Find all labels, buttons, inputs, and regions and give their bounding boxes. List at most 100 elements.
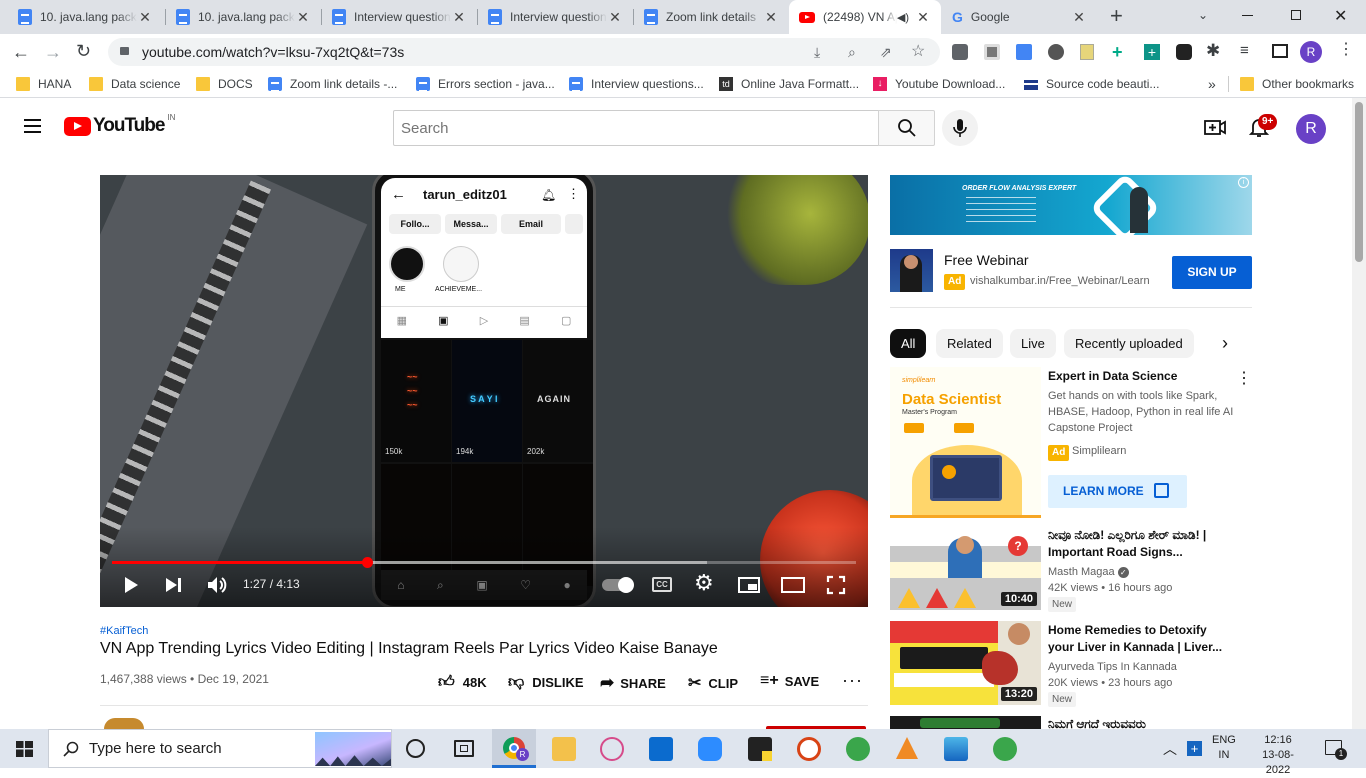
dislike-button[interactable]: 👎︎ DISLIKE <box>508 673 584 692</box>
side-panel-icon[interactable] <box>1272 44 1288 58</box>
bookmark-hana[interactable]: HANA <box>16 70 71 98</box>
clock[interactable]: 12:16 13-08-2022 <box>1250 733 1306 778</box>
bookmark-errors[interactable]: Errors section - java... <box>416 70 555 98</box>
ad-signup-button[interactable]: SIGN UP <box>1172 256 1252 289</box>
learn-more-button[interactable]: LEARN MORE <box>1048 475 1187 508</box>
chip-all[interactable]: All <box>890 329 927 358</box>
create-video-icon[interactable] <box>1204 117 1226 137</box>
extension-1-icon[interactable] <box>952 44 968 60</box>
tab-youtube-active[interactable]: (22498) VN App ◀) ✕ <box>789 0 941 34</box>
related-title-2[interactable]: Home Remedies to Detoxify your Liver in … <box>1048 622 1236 656</box>
taskbar-file-explorer[interactable] <box>552 737 576 761</box>
chips-next-chevron-icon[interactable]: › <box>1222 333 1228 353</box>
reload-icon[interactable]: ↻ <box>76 41 91 62</box>
zoom-icon[interactable]: ⌕ <box>848 38 856 66</box>
other-bookmarks[interactable]: Other bookmarks <box>1240 70 1354 98</box>
windows-start-icon[interactable] <box>16 741 33 757</box>
taskbar-vlc[interactable] <box>896 737 918 759</box>
bookmark-java-formatter[interactable]: td Online Java Formatt... <box>719 70 859 98</box>
close-icon[interactable]: ✕ <box>915 9 931 26</box>
plus-box-icon[interactable]: + <box>1144 44 1160 60</box>
search-input[interactable] <box>393 110 879 146</box>
incognito-icon[interactable] <box>1176 44 1192 60</box>
channel-avatar[interactable] <box>104 718 144 729</box>
settings-gear-icon[interactable]: ⚙ <box>694 571 714 595</box>
bookmark-docs[interactable]: DOCS <box>196 70 253 98</box>
scrollbar-thumb[interactable] <box>1355 102 1363 262</box>
install-icon[interactable]: ⤓ <box>814 38 820 66</box>
account-avatar[interactable]: R <box>1296 114 1326 144</box>
bookmark-data-science[interactable]: Data science <box>89 70 180 98</box>
miniplayer-icon[interactable] <box>738 577 760 593</box>
menu-dots-icon[interactable]: ⋮ <box>1338 42 1354 58</box>
tab-zoom[interactable]: Zoom link details ✕ <box>634 0 789 34</box>
next-icon[interactable] <box>164 576 184 594</box>
volume-icon[interactable] <box>206 575 228 595</box>
address-bar[interactable]: youtube.com/watch?v=lksu-7xq2tQ&t=73s ⤓ … <box>108 38 940 66</box>
restore-icon[interactable] <box>1291 10 1301 20</box>
tray-app-icon[interactable]: + <box>1187 741 1202 756</box>
ad-thumbnail[interactable] <box>890 249 933 292</box>
taskbar-chrome[interactable]: R <box>492 729 536 768</box>
taskbar-photos[interactable] <box>944 737 968 761</box>
close-icon[interactable]: ✕ <box>451 9 467 26</box>
ad-url[interactable]: vishalkumbar.in/Free_Webinar/Learn <box>970 275 1150 287</box>
notification-center-icon[interactable]: 1 <box>1325 740 1347 760</box>
share-icon[interactable]: ⇗ <box>880 38 892 66</box>
ad-info-icon[interactable]: i <box>1238 177 1249 188</box>
hamburger-menu-icon[interactable] <box>24 119 41 133</box>
tab-search-chevron-icon[interactable]: ⌄ <box>1198 8 1208 22</box>
promoted-title[interactable]: Expert in Data Science <box>1048 368 1177 385</box>
taskbar-search-box[interactable]: Type here to search <box>48 729 392 768</box>
video-hashtag[interactable]: #KaifTech <box>100 625 148 637</box>
cortana-icon[interactable] <box>406 739 425 758</box>
tab-interview-2[interactable]: Interview questions ✕ <box>478 0 633 34</box>
more-actions-icon[interactable]: ··· <box>842 670 863 691</box>
related-title-1[interactable]: ನೀವೂ ನೋಡಿ! ಎಲ್ಲರಿಗೂ ಶೇರ್ ಮಾಡಿ! | Importa… <box>1048 527 1236 561</box>
puzzle-icon[interactable]: ✱ <box>1206 41 1220 61</box>
related-channel-2[interactable]: Ayurveda Tips In Kannada <box>1048 661 1177 673</box>
taskbar-store[interactable] <box>649 737 673 761</box>
search-button[interactable] <box>878 110 935 146</box>
taskbar-spring-tool-2[interactable] <box>993 737 1017 761</box>
related-thumbnail-1[interactable]: ? 10:40 <box>890 526 1041 610</box>
like-button[interactable]: 👍︎ 48K <box>438 673 487 692</box>
play-icon[interactable] <box>122 575 140 595</box>
window-close-icon[interactable]: ✕ <box>1334 6 1347 26</box>
related-channel-1[interactable]: Masth Magaa ✓ <box>1048 566 1129 578</box>
tab-java-lang-1[interactable]: 10. java.lang package✕ <box>8 0 163 34</box>
video-player[interactable]: ← tarun_editz01 🔔︎ ⋮ Follo... Messa... E… <box>100 175 868 607</box>
bookmark-star-icon[interactable]: ☆ <box>911 38 925 66</box>
related-thumbnail-2[interactable]: 13:20 <box>890 621 1041 705</box>
add-extension-icon[interactable]: + <box>1112 43 1123 61</box>
captions-icon[interactable]: CC <box>652 577 672 592</box>
ad-title[interactable]: Free Webinar <box>944 252 1029 268</box>
share-button[interactable]: ➦ SHARE <box>600 673 666 693</box>
taskbar-recorder[interactable] <box>797 737 821 761</box>
bookmark-youtube-download[interactable]: ↓ Youtube Download... <box>873 70 1005 98</box>
speaker-icon[interactable]: ◀) <box>897 11 909 24</box>
extension-3-icon[interactable] <box>1048 44 1064 60</box>
taskbar-snipping-tool[interactable] <box>600 737 624 761</box>
bookmark-interview[interactable]: Interview questions... <box>569 70 704 98</box>
close-icon[interactable]: ✕ <box>1071 9 1087 26</box>
save-button[interactable]: ≡+ SAVE <box>760 672 819 690</box>
theater-mode-icon[interactable] <box>781 577 805 593</box>
bookmark-source-code[interactable]: Source code beauti... <box>1024 70 1159 98</box>
tray-chevron-icon[interactable]: ︿ <box>1163 739 1177 759</box>
extension-2-icon[interactable] <box>984 44 1000 60</box>
close-icon[interactable]: ✕ <box>295 9 311 26</box>
related-title-3[interactable]: ನಿಮಗೆ ಆಗದೆ ಇರುವವರು <box>1048 716 1236 729</box>
forward-icon[interactable]: → <box>44 42 62 63</box>
close-icon[interactable]: ✕ <box>763 9 779 26</box>
minimize-icon[interactable] <box>1242 15 1253 16</box>
tab-google[interactable]: G Google ✕ <box>942 0 1097 34</box>
taskbar-sticky-notes[interactable] <box>748 737 772 761</box>
close-icon[interactable]: ✕ <box>137 9 153 26</box>
profile-avatar[interactable]: R <box>1300 41 1322 63</box>
bookmarks-more[interactable]: » <box>1208 70 1216 98</box>
clip-button[interactable]: ✂ CLIP <box>688 673 738 693</box>
language-indicator[interactable]: ENG IN <box>1212 733 1236 763</box>
translate-icon[interactable] <box>1016 44 1032 60</box>
page-scrollbar[interactable] <box>1352 98 1366 729</box>
